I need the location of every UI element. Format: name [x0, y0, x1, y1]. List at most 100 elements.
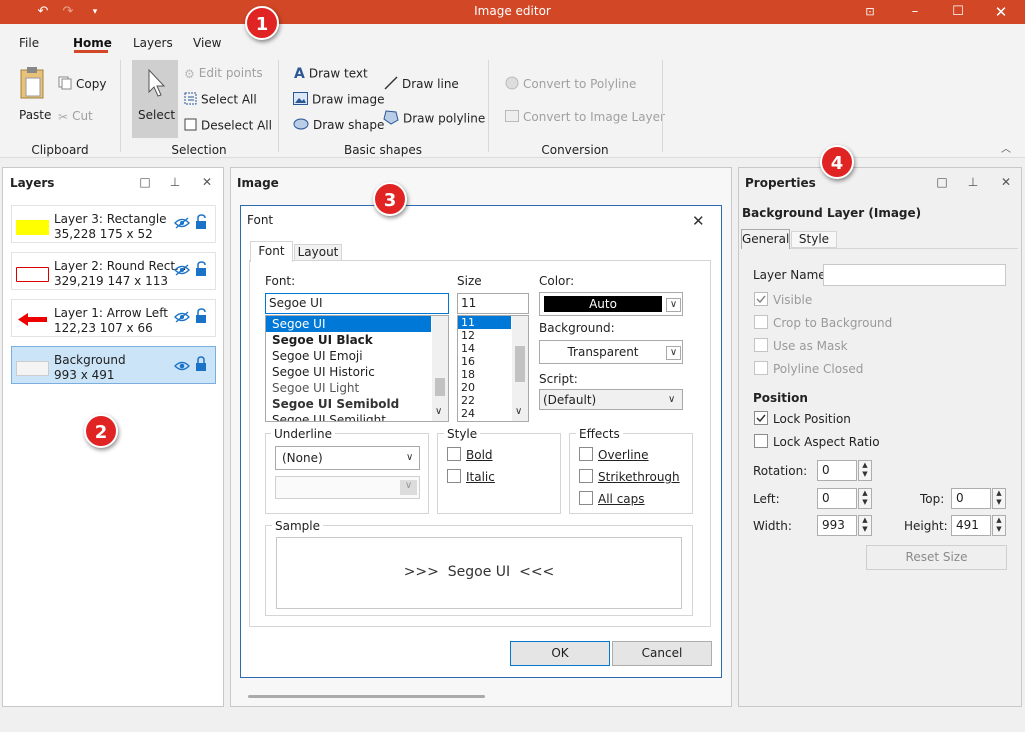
undo-icon[interactable]: ↶ [33, 3, 53, 21]
font-option[interactable]: Segoe UI Semibold [266, 396, 448, 412]
bold-checkbox[interactable] [447, 447, 461, 461]
pin-icon[interactable]: ⊥ [168, 175, 182, 189]
color-dropdown[interactable]: Auto ∨ [539, 292, 683, 316]
draw-image-button[interactable]: Draw image [293, 92, 385, 108]
cancel-button[interactable]: Cancel [612, 641, 712, 666]
close-panel-icon[interactable]: ✕ [999, 175, 1013, 189]
font-option[interactable]: Segoe UI [266, 316, 431, 332]
font-name-input[interactable]: Segoe UI [265, 293, 449, 314]
quick-access-dropdown-icon[interactable]: ▾ [85, 3, 105, 21]
scroll-down-icon[interactable]: ∨ [435, 406, 442, 417]
font-option[interactable]: Segoe UI Historic [266, 364, 448, 380]
lock-aspect-checkbox[interactable] [754, 434, 768, 448]
dialog-close-icon[interactable]: ✕ [692, 212, 705, 230]
unlock-icon[interactable] [194, 214, 208, 233]
hidden-eye-icon[interactable] [174, 264, 190, 279]
deselect-all-button[interactable]: Deselect All [184, 118, 272, 134]
mask-checkbox[interactable] [754, 338, 768, 352]
polyline-closed-checkbox[interactable] [754, 361, 768, 375]
rotation-input[interactable]: 0 [817, 460, 857, 481]
overline-label: Overline [598, 448, 649, 462]
scroll-thumb[interactable] [515, 346, 525, 382]
horizontal-scrollbar[interactable] [248, 695, 485, 698]
tab-layers[interactable]: Layers [133, 36, 173, 50]
minimize-icon[interactable]: – [905, 3, 925, 21]
tab-general[interactable]: General [741, 229, 790, 249]
collapse-ribbon-icon[interactable]: ︿ [1001, 140, 1011, 155]
pin-icon[interactable]: ⊥ [966, 175, 980, 189]
size-list-scrollbar[interactable]: ∨ [512, 316, 528, 421]
height-input[interactable]: 491 [951, 515, 991, 536]
font-option[interactable]: Segoe UI Emoji [266, 348, 448, 364]
tab-file[interactable]: File [19, 36, 39, 50]
lock-icon[interactable] [194, 356, 208, 375]
font-list[interactable]: Segoe UI Segoe UI Black Segoe UI Emoji S… [265, 315, 449, 422]
unlock-icon[interactable] [194, 261, 208, 280]
draw-text-button[interactable]: A Draw text [294, 66, 368, 82]
left-spinner[interactable]: ▲ ▼ [858, 488, 872, 509]
convert-image-layer-button[interactable]: Convert to Image Layer [505, 110, 665, 125]
lock-position-checkbox[interactable] [754, 411, 768, 425]
crop-checkbox[interactable] [754, 315, 768, 329]
font-list-scrollbar[interactable]: ∨ [432, 316, 448, 421]
close-panel-icon[interactable]: ✕ [200, 175, 214, 189]
tab-font[interactable]: Font [250, 241, 293, 262]
left-input[interactable]: 0 [817, 488, 857, 509]
float-icon[interactable]: □ [138, 175, 152, 189]
size-list[interactable]: 11 12 14 16 18 20 22 24 ∨ [457, 315, 529, 422]
layer-item[interactable]: Layer 3: Rectangle 35,228 175 x 52 [11, 205, 216, 243]
rotation-spinner[interactable]: ▲ ▼ [858, 460, 872, 481]
hidden-eye-icon[interactable] [174, 217, 190, 232]
visible-checkbox[interactable] [754, 292, 768, 306]
layer-name-input[interactable] [823, 264, 1006, 286]
italic-checkbox[interactable] [447, 469, 461, 483]
scroll-down-icon[interactable]: ∨ [515, 406, 522, 417]
font-option[interactable]: Segoe UI Semilight [266, 412, 448, 421]
layer-item-selected[interactable]: Background 993 x 491 [11, 346, 216, 384]
redo-icon[interactable]: ↷ [58, 3, 78, 21]
layer-item[interactable]: Layer 1: Arrow Left 122,23 107 x 66 [11, 299, 216, 337]
underline-dropdown[interactable]: (None) ∨ [275, 446, 420, 470]
reset-size-button[interactable]: Reset Size [866, 545, 1007, 570]
cut-button[interactable]: ✂ Cut [58, 109, 93, 124]
font-option[interactable]: Segoe UI Black [266, 332, 448, 348]
draw-shape-button[interactable]: Draw shape [293, 118, 384, 133]
close-icon[interactable]: ✕ [991, 3, 1011, 21]
tab-layout[interactable]: Layout [294, 244, 342, 261]
layer-item[interactable]: Layer 2: Round Rect... 329,219 147 x 113 [11, 252, 216, 290]
copy-button[interactable]: Copy [58, 76, 106, 93]
top-spinner[interactable]: ▲ ▼ [992, 488, 1006, 509]
convert-polyline-button[interactable]: Convert to Polyline [505, 76, 636, 93]
tab-style[interactable]: Style [791, 231, 837, 248]
maximize-icon[interactable]: ☐ [948, 3, 968, 21]
width-input[interactable]: 993 [817, 515, 857, 536]
eye-icon[interactable] [174, 360, 190, 375]
script-dropdown[interactable]: (Default) ∨ [539, 389, 683, 410]
size-option[interactable]: 11 [458, 316, 511, 329]
background-dropdown[interactable]: Transparent ∨ [539, 340, 683, 364]
unlock-icon[interactable] [194, 308, 208, 327]
strikethrough-checkbox[interactable] [579, 469, 593, 483]
hidden-eye-icon[interactable] [174, 311, 190, 326]
scroll-thumb[interactable] [435, 378, 445, 396]
ribbon-display-icon[interactable]: ⊡ [860, 3, 880, 21]
font-option[interactable]: Segoe UI Light [266, 380, 448, 396]
draw-line-button[interactable]: Draw line [384, 76, 459, 93]
underline-color-dropdown[interactable]: ∨ [275, 476, 420, 499]
height-spinner[interactable]: ▲ ▼ [992, 515, 1006, 536]
ok-button[interactable]: OK [510, 641, 610, 666]
top-input[interactable]: 0 [951, 488, 991, 509]
width-spinner[interactable]: ▲ ▼ [858, 515, 872, 536]
paste-button[interactable]: Paste [19, 108, 51, 122]
tab-home[interactable]: Home [73, 36, 112, 50]
select-button[interactable]: Select [132, 60, 178, 138]
size-input[interactable]: 11 [457, 293, 529, 314]
overline-checkbox[interactable] [579, 447, 593, 461]
draw-polyline-button[interactable]: Draw polyline [383, 110, 485, 128]
tab-view[interactable]: View [193, 36, 221, 50]
float-icon[interactable]: □ [935, 175, 949, 189]
paste-icon[interactable] [18, 66, 48, 100]
allcaps-checkbox[interactable] [579, 491, 593, 505]
select-all-button[interactable]: Select All [184, 92, 257, 108]
edit-points-button[interactable]: ⚙ Edit points [184, 66, 263, 81]
